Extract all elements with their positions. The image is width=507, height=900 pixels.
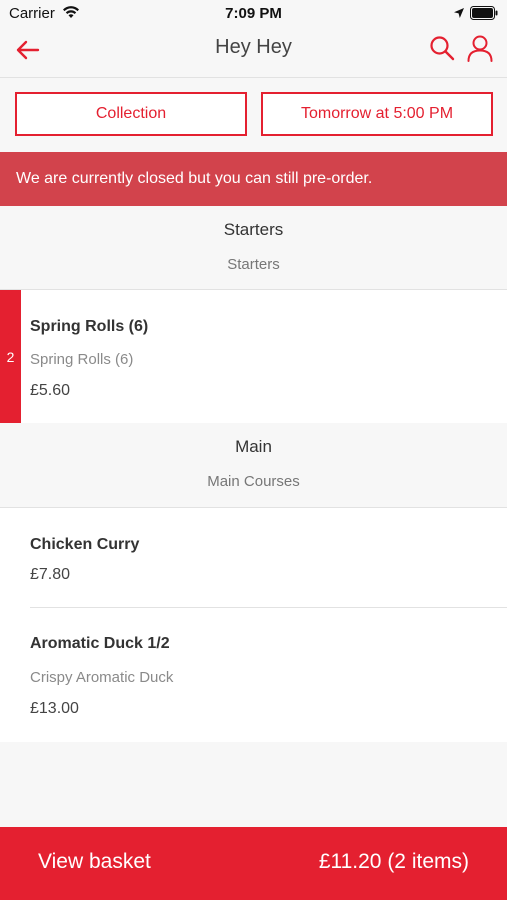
basket-total: £11.20 (2 items): [318, 850, 469, 873]
category-name: Main: [235, 437, 272, 456]
status-bar: Carrier 7:09 PM: [0, 0, 507, 28]
nav-bar: Hey Hey: [0, 28, 507, 78]
category-name: Starters: [223, 220, 284, 239]
collection-button[interactable]: Collection: [15, 92, 247, 136]
item-name: Aromatic Duck 1/2: [30, 635, 170, 652]
view-basket-button[interactable]: View basket £11.20 (2 items): [0, 827, 507, 900]
location-arrow-icon: [454, 8, 464, 18]
item-name: Spring Rolls (6): [30, 318, 149, 335]
category-header-main: Main Main Courses: [0, 423, 507, 507]
category-subtitle: Main Courses: [207, 473, 300, 490]
quantity-badge: 2: [0, 290, 21, 424]
battery-icon: [470, 6, 498, 20]
basket-label: View basket: [38, 850, 151, 873]
order-time-button[interactable]: Tomorrow at 5:00 PM: [261, 92, 493, 136]
closed-banner: We are currently closed but you can stil…: [0, 152, 507, 206]
item-description: Spring Rolls (6): [30, 351, 134, 368]
menu-item-aromatic-duck[interactable]: Aromatic Duck 1/2 Crispy Aromatic Duck £…: [0, 608, 507, 742]
search-icon[interactable]: [428, 34, 456, 62]
item-description: Crispy Aromatic Duck: [30, 669, 174, 686]
menu-item-spring-rolls[interactable]: 2 Spring Rolls (6) Spring Rolls (6) £5.6…: [0, 289, 507, 424]
item-price: £5.60: [30, 382, 71, 399]
category-header-starters: Starters Starters: [0, 206, 507, 290]
category-subtitle: Starters: [227, 256, 280, 273]
account-icon[interactable]: [466, 34, 494, 62]
status-time: 7:09 PM: [225, 5, 282, 22]
order-options: Collection Tomorrow at 5:00 PM: [0, 79, 507, 152]
item-name: Chicken Curry: [30, 536, 140, 553]
item-price: £13.00: [30, 700, 79, 717]
closed-banner-text: We are currently closed but you can stil…: [16, 170, 373, 187]
item-price: £7.80: [30, 566, 71, 583]
menu-item-chicken-curry[interactable]: Chicken Curry £7.80: [0, 507, 507, 608]
